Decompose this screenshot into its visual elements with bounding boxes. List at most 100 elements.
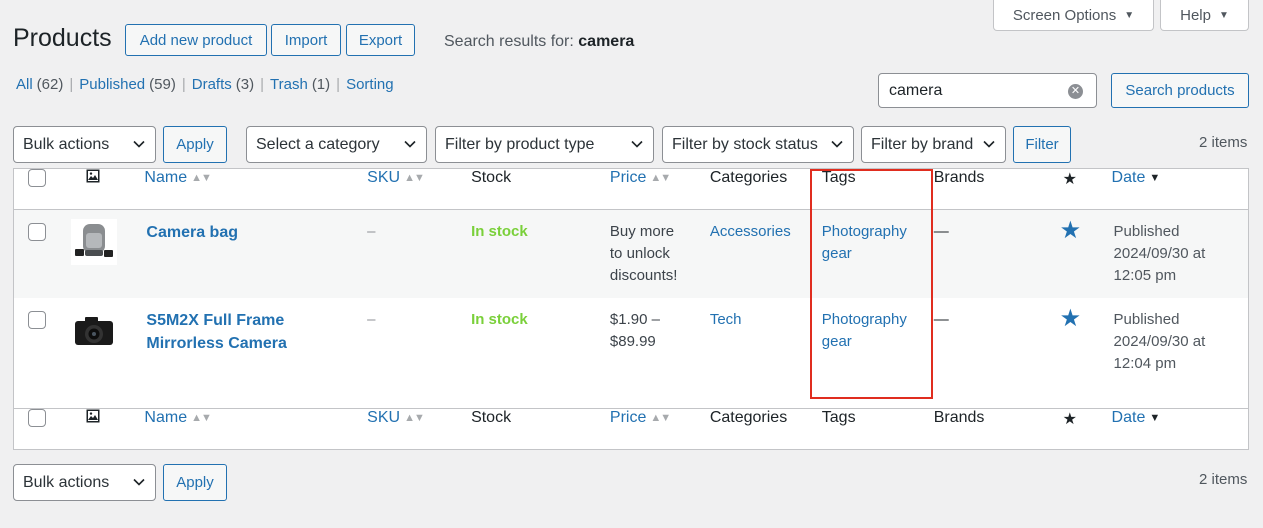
product-name-link[interactable]: S5M2X Full Frame Mirrorless Camera [146,309,367,355]
featured-star-icon[interactable]: ★ [1060,217,1082,244]
filter-button[interactable]: Filter [1013,126,1071,163]
tags-cell: Photography gear [822,298,934,409]
help-label: Help [1180,6,1211,24]
thumbnail-cell [69,210,143,298]
tag-line: gear [821,245,852,262]
separator: | [181,76,186,93]
name-column-header[interactable]: Name ▲▼ [143,409,367,450]
brands-column-header: Brands [934,409,1043,450]
price-line: to unlock [609,245,670,262]
clear-search-icon[interactable]: ✕ [1068,84,1083,99]
sku-value: – [367,223,376,240]
price-cell: Buy more to unlock discounts! [610,210,710,298]
category-filter-select[interactable]: Select a category [246,126,427,163]
view-count: (3) [235,76,255,93]
price-column-label: Price [609,169,647,186]
category-link[interactable]: Tech [710,311,742,328]
select-all-cell [14,409,70,450]
stock-status-filter-select[interactable]: Filter by stock status [662,126,854,163]
date-column-header[interactable]: Date ▼ [1112,409,1249,450]
view-filters: All (62) | Published (59) | Drafts (3) | Tr… [16,76,394,93]
screen-options-label: Screen Options [1012,6,1117,24]
sku-column-header[interactable]: SKU ▲▼ [367,169,471,210]
search-products-button[interactable]: Search products [1111,73,1249,108]
name-column-header[interactable]: Name ▲▼ [143,169,367,210]
date-cell: Published 2024/09/30 at 12:05 pm [1112,210,1249,298]
sku-value: – [367,310,376,328]
chevron-down-icon [404,140,416,148]
price-column-header[interactable]: Price ▲▼ [610,409,710,450]
apply-button-bottom[interactable]: Apply [163,464,227,501]
stock-cell: In stock [471,298,610,409]
sort-icon: ▲▼ [650,172,671,184]
date-column-label: Date [1111,169,1146,186]
date-column-header[interactable]: Date ▼ [1112,169,1249,210]
categories-column-label: Categories [709,169,788,186]
view-all-link[interactable]: All [16,76,33,93]
date-cell: Published 2024/09/30 at 12:04 pm [1112,298,1249,409]
price-column-header[interactable]: Price ▲▼ [610,169,710,210]
name-column-label: Name [144,409,188,426]
category-link[interactable]: Accessories [710,223,791,240]
caret-down-icon: ▼ [1124,9,1135,21]
date-line: 12:05 pm [1113,267,1177,284]
sort-icon: ▲▼ [191,412,212,424]
bulk-actions-select[interactable]: Bulk actions [13,126,156,163]
tags-column-header: Tags [822,169,934,210]
sort-icon: ▲▼ [404,412,425,424]
product-name: S5M2X Full Frame [146,311,285,329]
view-sorting-link[interactable]: Sorting [346,76,394,93]
separator: | [69,76,74,93]
select-all-checkbox[interactable] [28,409,46,427]
import-button[interactable]: Import [271,24,341,56]
product-type-filter-value: Filter by product type [445,135,595,153]
screen-options-tab[interactable]: Screen Options ▼ [993,0,1154,31]
view-count: (59) [149,76,176,93]
featured-star-icon[interactable]: ★ [1060,305,1082,332]
select-all-checkbox[interactable] [28,169,46,187]
product-type-filter-select[interactable]: Filter by product type [435,126,654,163]
row-checkbox[interactable] [28,310,46,329]
row-checkbox[interactable] [28,223,46,241]
featured-column-header: ★ [1043,169,1112,210]
bulk-actions-select-bottom[interactable]: Bulk actions [13,464,156,501]
brand-filter-select[interactable]: Filter by brand [861,126,1006,163]
products-table: Name ▲▼ SKU ▲▼ Stock Price ▲▼ Categories Ta… [13,168,1249,450]
date-status: Published [1113,223,1180,240]
search-input-value: camera [889,81,943,99]
search-input[interactable]: camera ✕ [878,73,1097,108]
chevron-down-icon [983,140,995,148]
sku-column-header[interactable]: SKU ▲▼ [367,409,471,450]
brands-column-label: Brands [933,409,985,426]
product-name-link[interactable]: Camera bag [146,224,238,241]
product-name: Camera bag [146,224,238,241]
image-icon [86,409,100,423]
view-trash-link[interactable]: Trash [270,76,308,93]
brands-cell: — [934,210,1043,298]
camera-thumbnail[interactable] [71,306,118,353]
star-icon: ★ [1062,411,1077,428]
sort-icon: ▲▼ [650,412,671,424]
camera-bag-thumbnail[interactable] [71,219,118,265]
view-published-link[interactable]: Published [79,76,145,93]
help-tab[interactable]: Help ▼ [1160,0,1249,31]
tags-column-header: Tags [822,409,934,450]
apply-button[interactable]: Apply [163,126,227,163]
category-filter-value: Select a category [256,135,380,153]
add-new-product-button[interactable]: Add new product [125,24,267,56]
view-drafts-link[interactable]: Drafts [192,76,232,93]
thumb-column-header [69,409,143,450]
categories-column-header: Categories [710,409,822,450]
tag-link[interactable]: Photography gear [822,221,934,265]
stock-cell: In stock [471,210,610,298]
date-line: 2024/09/30 at [1113,245,1206,262]
stock-column-label: Stock [471,409,512,426]
date-column-label: Date [1111,409,1146,426]
image-icon [86,169,100,183]
date-line: 12:04 pm [1113,354,1177,372]
price-line: $1.90 – [609,310,660,328]
brand-filter-value: Filter by brand [871,135,974,153]
tag-link[interactable]: Photography gear [822,309,934,353]
export-button[interactable]: Export [346,24,415,56]
brands-cell: — [934,298,1043,409]
